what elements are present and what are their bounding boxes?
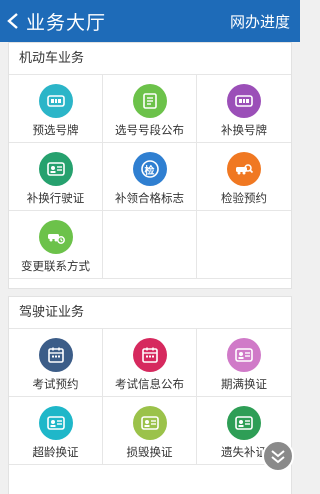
service-label: 期满换证	[221, 377, 267, 391]
notice-icon	[132, 84, 167, 118]
service-label: 损毁换证	[126, 445, 173, 459]
vehicle-business-section: 机动车业务 预选号牌 选号号段公布 补换号牌 补换行驶证 检补领合格标志 检验预…	[8, 42, 292, 289]
service-tile[interactable]: 补换行驶证	[9, 143, 103, 211]
service-tile[interactable]: 检补领合格标志	[103, 143, 197, 211]
service-tile[interactable]: 考试预约	[9, 329, 103, 397]
service-label: 遗失补证	[221, 445, 267, 459]
service-label: 超龄换证	[32, 445, 79, 459]
plate-icon	[227, 84, 261, 118]
license-icon	[38, 406, 73, 440]
service-tile[interactable]: 变更联系方式	[9, 211, 103, 279]
service-tile[interactable]: 期满换证	[197, 329, 291, 397]
back-button[interactable]	[0, 0, 26, 42]
license-icon	[227, 406, 261, 440]
service-label: 选号号段公布	[115, 123, 184, 137]
service-label: 补领合格标志	[115, 191, 184, 205]
page-title: 业务大厅	[26, 11, 107, 34]
badge-text: 检	[144, 165, 155, 177]
calendar-icon	[38, 338, 73, 372]
service-tile[interactable]: 损毁换证	[103, 397, 197, 465]
service-tile[interactable]: 补换号牌	[197, 75, 291, 143]
chevron-left-icon	[7, 13, 18, 29]
service-label: 变更联系方式	[21, 259, 90, 273]
service-tile[interactable]: 超龄换证	[9, 397, 103, 465]
service-grid: 预选号牌 选号号段公布 补换号牌 补换行驶证 检补领合格标志 检验预约 变更联系…	[9, 75, 291, 279]
service-tile[interactable]: 预选号牌	[9, 75, 103, 143]
inspection-badge-icon: 检	[132, 152, 167, 186]
service-tile[interactable]: 选号号段公布	[103, 75, 197, 143]
service-label: 考试信息公布	[115, 377, 184, 391]
service-label: 预选号牌	[32, 123, 79, 137]
progress-link[interactable]: 网办进度	[230, 11, 290, 32]
service-tile[interactable]: 检验预约	[197, 143, 291, 211]
section-title: 机动车业务	[9, 43, 291, 75]
license-business-section: 驾驶证业务 考试预约 考试信息公布 期满换证 超龄换证 损毁换证 遗失补证	[8, 296, 292, 494]
service-label: 补换行驶证	[26, 191, 85, 205]
service-grid: 考试预约 考试信息公布 期满换证 超龄换证 损毁换证 遗失补证	[9, 329, 291, 465]
service-label: 检验预约	[221, 191, 267, 205]
service-tile[interactable]: 考试信息公布	[103, 329, 197, 397]
scroll-down-button[interactable]	[262, 440, 294, 472]
empty-tile	[197, 211, 291, 279]
double-chevron-down-icon	[271, 450, 285, 464]
empty-tile	[103, 211, 197, 279]
license-icon	[38, 152, 73, 186]
plate-icon	[38, 84, 73, 118]
license-icon	[227, 338, 261, 372]
car-phone-icon	[38, 220, 73, 254]
service-label: 补换号牌	[221, 123, 267, 137]
top-bar: 业务大厅 网办进度	[0, 0, 300, 42]
service-label: 考试预约	[32, 377, 79, 391]
calendar-icon	[132, 338, 167, 372]
car-search-icon	[227, 152, 261, 186]
section-title: 驾驶证业务	[9, 297, 291, 329]
license-icon	[132, 406, 167, 440]
